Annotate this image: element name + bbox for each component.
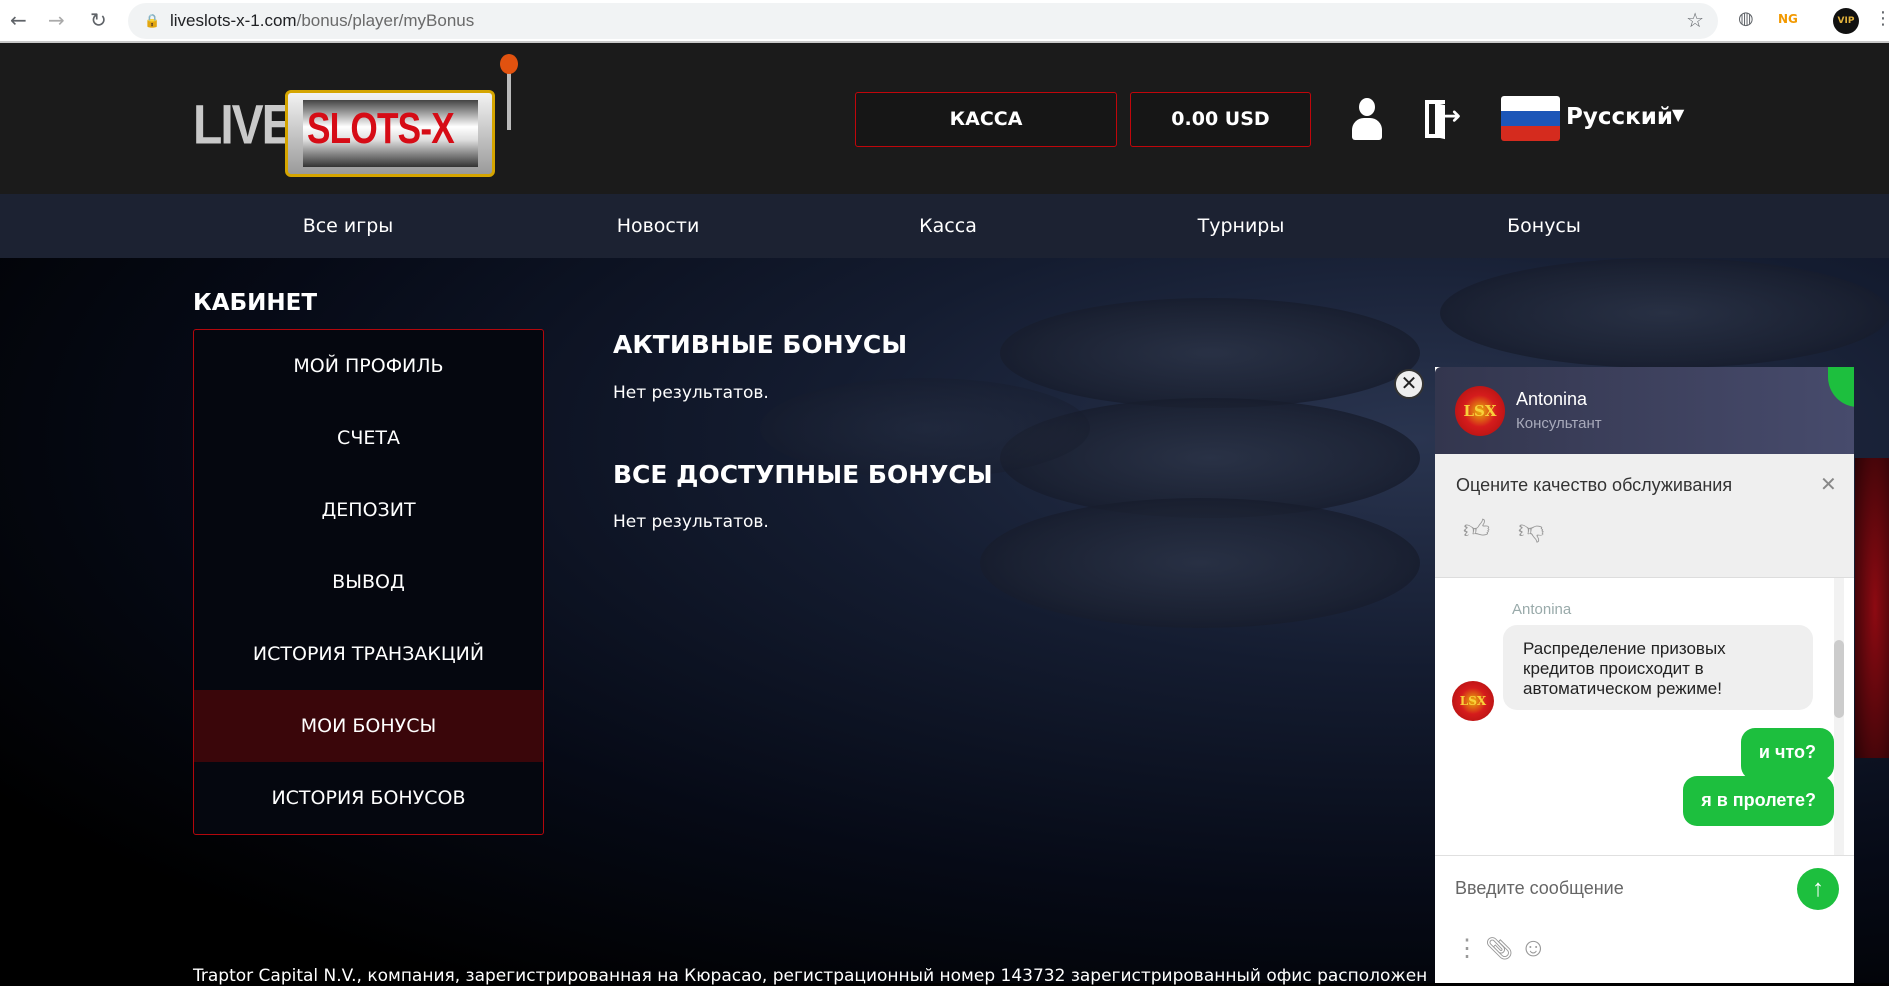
menu-transaction-history[interactable]: История транзакций <box>194 618 543 690</box>
globe-extension-icon[interactable]: ◍ <box>1738 8 1754 29</box>
active-bonuses-empty: Нет результатов. <box>613 383 769 403</box>
bookmark-star-icon[interactable]: ☆ <box>1686 3 1704 39</box>
send-button[interactable]: ↑ <box>1797 868 1839 910</box>
rating-close-icon[interactable]: ✕ <box>1820 472 1837 497</box>
footer-legal-text: Traptor Capital N.V., компания, зарегист… <box>193 966 1428 986</box>
user-profile-icon[interactable] <box>1352 98 1382 140</box>
rate-prompt: Оцените качество обслуживания <box>1456 475 1733 495</box>
all-bonuses-empty: Нет результатов. <box>613 512 769 532</box>
russian-flag-icon[interactable] <box>1501 96 1560 141</box>
chat-composer: Введите сообщение ↑ ⋮ 📎︎ ☺ <box>1435 855 1854 983</box>
site-header: LIVE SLOTS-X КАССА 0.00 USD ➜ Русский ▼ <box>0 43 1889 194</box>
menu-deposit[interactable]: Депозит <box>194 474 543 546</box>
cabinet-menu: Мой профиль Счета Депозит Вывод История … <box>193 329 544 835</box>
thumbs-up-icon[interactable]: 👍︎ <box>1463 514 1490 545</box>
menu-my-bonuses[interactable]: Мои бонусы <box>194 690 543 762</box>
nav-bonuses[interactable]: Бонусы <box>1507 194 1581 258</box>
cabinet-title: КАБИНЕТ <box>193 290 318 316</box>
agent-avatar: LSX <box>1455 386 1505 436</box>
active-bonuses-title: АКТИВНЫЕ БОНУСЫ <box>613 330 908 359</box>
attach-icon[interactable]: 📎︎ <box>1485 936 1513 962</box>
reload-icon[interactable]: ↻ <box>90 8 107 32</box>
url-path: /bonus/player/myBonus <box>296 11 475 30</box>
kassa-button[interactable]: КАССА <box>855 92 1117 147</box>
address-bar[interactable]: 🔒 liveslots-x-1.com/bonus/player/myBonus… <box>128 3 1718 39</box>
message-list: Antonina LSX Распределение призовых кред… <box>1435 578 1854 855</box>
site-logo[interactable]: LIVE SLOTS-X <box>193 54 523 177</box>
extension-vip-icon[interactable]: VIP <box>1833 8 1859 34</box>
chat-widget: LSX Antonina Консультант Оцените качеств… <box>1435 367 1854 983</box>
agent-message-bubble: Распределение призовых кредитов происход… <box>1503 625 1813 710</box>
balance-button[interactable]: 0.00 USD <box>1130 92 1311 147</box>
user-message-bubble: я в пролете? <box>1683 776 1834 826</box>
nav-all-games[interactable]: Все игры <box>303 194 394 258</box>
chevron-down-icon[interactable]: ▼ <box>1672 105 1684 124</box>
url-host: liveslots-x-1.com <box>170 11 297 30</box>
rating-panel: Оцените качество обслуживания ✕ 👍︎ 👎︎ <box>1435 454 1854 578</box>
lock-icon: 🔒 <box>144 13 161 28</box>
menu-withdraw[interactable]: Вывод <box>194 546 543 618</box>
nav-news[interactable]: Новости <box>617 194 700 258</box>
agent-name: Antonina <box>1516 389 1588 409</box>
menu-dots-icon[interactable]: ⋮ <box>1874 8 1889 29</box>
nav-tournaments[interactable]: Турниры <box>1198 194 1285 258</box>
chat-header: LSX Antonina Консультант <box>1435 367 1854 454</box>
main-nav: Все игры Новости Касса Турниры Бонусы <box>0 194 1889 258</box>
forward-icon[interactable]: → <box>48 8 65 32</box>
agent-role: Консультант <box>1516 415 1602 432</box>
menu-my-profile[interactable]: Мой профиль <box>194 330 543 402</box>
user-message-bubble: и что? <box>1740 728 1834 780</box>
browser-toolbar: ← → ↻ 🔒 liveslots-x-1.com/bonus/player/m… <box>0 0 1889 43</box>
all-bonuses-title: ВСЕ ДОСТУПНЫЕ БОНУСЫ <box>613 460 993 489</box>
menu-bonus-history[interactable]: История бонусов <box>194 762 543 834</box>
message-avatar: LSX <box>1452 681 1494 721</box>
logout-icon[interactable]: ➜ <box>1425 100 1461 140</box>
back-icon[interactable]: ← <box>10 8 27 32</box>
more-options-icon[interactable]: ⋮ <box>1455 934 1479 963</box>
extension-ng-icon[interactable]: NG <box>1778 12 1798 26</box>
message-sender: Antonina <box>1512 601 1572 618</box>
thumbs-down-icon[interactable]: 👎︎ <box>1518 514 1544 545</box>
message-input[interactable]: Введите сообщение <box>1455 878 1785 899</box>
chat-scrollbar[interactable] <box>1834 578 1844 855</box>
nav-kassa[interactable]: Касса <box>919 194 977 258</box>
menu-accounts[interactable]: Счета <box>194 402 543 474</box>
chat-close-button[interactable]: ✕ <box>1394 369 1424 399</box>
online-indicator <box>1828 367 1854 407</box>
language-selector[interactable]: Русский <box>1566 104 1673 130</box>
emoji-icon[interactable]: ☺ <box>1520 932 1547 963</box>
